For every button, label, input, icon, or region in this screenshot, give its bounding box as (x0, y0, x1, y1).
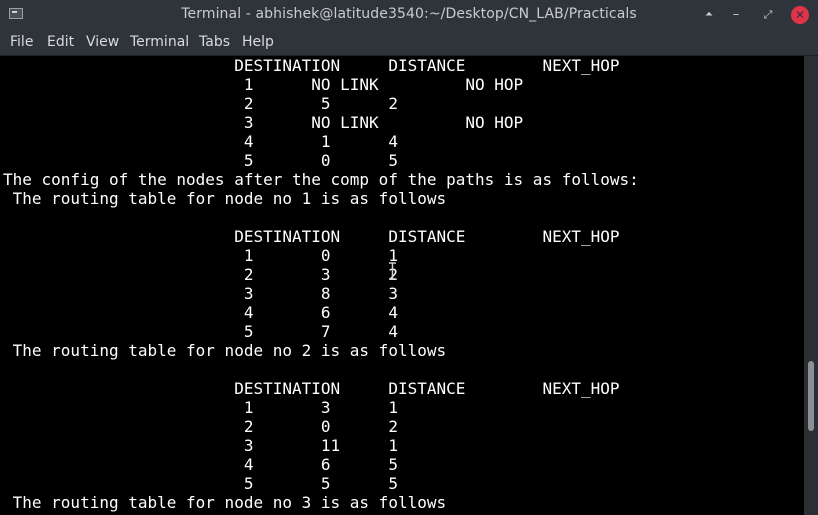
terminal-line: 5 7 4 (3, 322, 398, 341)
terminal-line: The routing table for node no 1 is as fo… (3, 189, 447, 208)
terminal-line: 2 0 2 (3, 417, 398, 436)
terminal-line: 1 3 1 (3, 398, 398, 417)
keep-above-icon[interactable]: ⏶ (700, 6, 718, 24)
terminal-line: 3 11 1 (3, 436, 398, 455)
terminal-line: 5 0 5 (3, 151, 398, 170)
terminal-line: 3 NO LINK NO HOP (3, 113, 524, 132)
text-cursor-icon (389, 262, 396, 280)
terminal-line: 1 NO LINK NO HOP (3, 75, 524, 94)
menu-help[interactable]: Help (242, 34, 274, 50)
terminal-line: 4 6 4 (3, 303, 398, 322)
terminal-window: Terminal - abhishek@latitude3540:~/Deskt… (0, 0, 818, 515)
close-button[interactable]: ✕ (791, 6, 809, 24)
terminal-line: The routing table for node no 3 is as fo… (3, 493, 447, 512)
terminal-line: DESTINATION DISTANCE NEXT_HOP (3, 56, 620, 75)
terminal-line: 5 5 5 (3, 474, 398, 493)
terminal-line: The config of the nodes after the comp o… (3, 170, 639, 189)
terminal-line: 3 8 3 (3, 284, 398, 303)
window-title: Terminal - abhishek@latitude3540:~/Deskt… (181, 6, 637, 22)
maximize-button[interactable]: ⤢ (759, 6, 777, 24)
menu-bar: File Edit View Terminal Tabs Help (0, 30, 818, 56)
terminal-line: DESTINATION DISTANCE NEXT_HOP (3, 379, 620, 398)
terminal-line: 4 6 5 (3, 455, 398, 474)
terminal-line: 1 0 1 (3, 246, 398, 265)
vertical-scrollbar[interactable] (804, 56, 818, 515)
menu-edit[interactable]: Edit (47, 34, 74, 50)
menu-file[interactable]: File (10, 34, 33, 50)
minimize-button[interactable]: – (727, 6, 745, 24)
title-bar[interactable]: Terminal - abhishek@latitude3540:~/Deskt… (0, 0, 818, 30)
terminal-line: 4 1 4 (3, 132, 398, 151)
menu-view[interactable]: View (86, 34, 119, 50)
terminal-output[interactable]: DESTINATION DISTANCE NEXT_HOP 1 NO LINK … (0, 56, 804, 515)
menu-tabs[interactable]: Tabs (199, 34, 230, 50)
terminal-line: The routing table for node no 2 is as fo… (3, 341, 447, 360)
terminal-line: DESTINATION DISTANCE NEXT_HOP (3, 227, 620, 246)
menu-terminal[interactable]: Terminal (130, 34, 189, 50)
terminal-line: 2 5 2 (3, 94, 398, 113)
terminal-line: 2 3 2 (3, 265, 398, 284)
scrollbar-thumb[interactable] (808, 361, 814, 431)
